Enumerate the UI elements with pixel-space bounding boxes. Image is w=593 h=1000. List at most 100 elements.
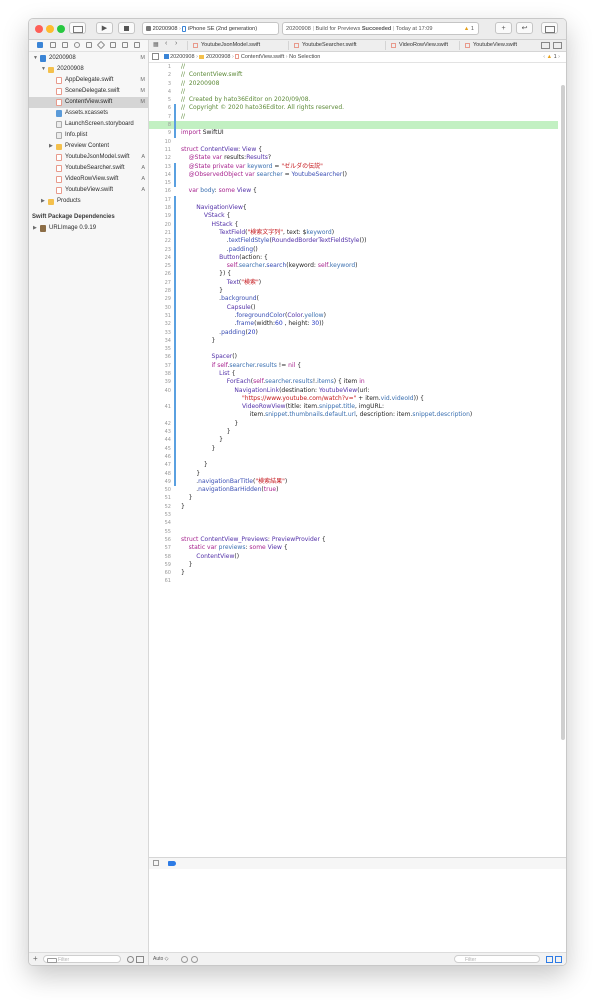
code-line[interactable]: 3 // 20200908 — [149, 80, 558, 88]
change-indicator[interactable] — [174, 345, 176, 354]
code-line[interactable]: 19 VStack { — [149, 212, 558, 221]
editor-tab[interactable]: YoutubeSearcher.swift — [288, 41, 382, 50]
editor-options-icon[interactable] — [541, 42, 550, 49]
disclosure-triangle-icon[interactable]: ▶ — [49, 141, 53, 152]
debug-console[interactable] — [149, 869, 566, 953]
navigator-filter-field[interactable]: Filter — [43, 955, 121, 963]
code-line[interactable]: 7 // — [149, 112, 558, 122]
code-line[interactable]: 49 .navigationBarTitle("検索結果") — [149, 477, 558, 487]
code-line[interactable]: 18 NavigationView{ — [149, 204, 558, 213]
code-line[interactable]: 42 } — [149, 419, 558, 429]
code-line[interactable]: 44 } — [149, 436, 558, 445]
jump-selection[interactable]: No Selection — [289, 54, 320, 60]
minimize-window-button[interactable] — [46, 25, 54, 33]
code-line[interactable]: 28 } — [149, 287, 558, 296]
code-line[interactable]: 22 .textFieldStyle(RoundedBorderTextFiel… — [149, 237, 558, 246]
source-control-filter-icon[interactable] — [136, 956, 144, 963]
change-indicator[interactable] — [174, 112, 176, 122]
change-indicator[interactable] — [174, 295, 176, 304]
code-line[interactable]: 8 — [149, 121, 558, 130]
change-indicator[interactable] — [174, 461, 176, 470]
report-tab-icon[interactable] — [134, 42, 140, 48]
zoom-window-button[interactable] — [57, 25, 65, 33]
jump-warning[interactable]: ‹ ▲ 1 › — [543, 52, 560, 62]
navigator-item[interactable]: AppDelegate.swift M — [29, 75, 148, 86]
code-line[interactable]: 23 .padding() — [149, 245, 558, 254]
change-indicator[interactable] — [174, 170, 176, 180]
code-line[interactable]: 33 .padding(20) — [149, 328, 558, 337]
change-indicator[interactable] — [174, 477, 176, 487]
show-console-icon[interactable] — [555, 956, 562, 963]
code-line[interactable]: 25 self.searcher.search(keyword: self.ke… — [149, 262, 558, 271]
code-line[interactable]: 27 Text("検索") — [149, 278, 558, 288]
navigator-toggle-button[interactable] — [69, 22, 86, 34]
test-tab-icon[interactable] — [96, 40, 106, 50]
change-indicator[interactable] — [174, 311, 176, 321]
code-line[interactable]: 31 .foregroundColor(Color.yellow) — [149, 311, 558, 321]
change-indicator[interactable] — [174, 303, 176, 312]
code-line[interactable]: 34 } — [149, 336, 558, 346]
code-line[interactable]: 55 — [149, 528, 558, 536]
change-indicator[interactable] — [174, 369, 176, 379]
code-line[interactable]: 13 @State private var keyword = "ゼルダの伝説" — [149, 162, 558, 171]
change-indicator[interactable] — [174, 287, 176, 296]
code-line[interactable]: 4 // — [149, 88, 558, 96]
change-indicator[interactable] — [174, 162, 176, 171]
change-indicator[interactable] — [174, 361, 176, 370]
code-line[interactable]: 39 ForEach(self.searcher.results!.items)… — [149, 378, 558, 387]
code-line[interactable]: 11 struct ContentView: View { — [149, 146, 558, 154]
code-review-button[interactable]: ↩ — [516, 22, 533, 34]
change-indicator[interactable] — [174, 245, 176, 254]
code-line[interactable]: 37 if self.searcher.results != nil { — [149, 361, 558, 370]
navigator-item[interactable]: YoutubeSearcher.swift A — [29, 163, 148, 174]
grid-icon[interactable]: ▦ — [153, 41, 159, 48]
code-line[interactable]: item.snippet.thumbnails.default.url, des… — [149, 411, 558, 420]
change-indicator[interactable] — [174, 419, 176, 429]
navigator-item[interactable]: SceneDelegate.swift M — [29, 86, 148, 97]
code-line[interactable]: 30 Capsule() — [149, 303, 558, 312]
change-indicator[interactable] — [174, 129, 176, 138]
jump-file[interactable]: ContentView.swift — [241, 54, 284, 60]
navigator-item[interactable]: ContentView.swift M — [29, 97, 148, 108]
code-line[interactable]: 51 } — [149, 494, 558, 502]
code-line[interactable]: 58 ContentView() — [149, 553, 558, 561]
code-line[interactable]: 46 — [149, 452, 558, 462]
symbol-tab-icon[interactable] — [62, 42, 68, 48]
navigator-item[interactable]: YoutubeJsonModel.swift A — [29, 152, 148, 163]
disclosure-triangle-icon[interactable]: ▼ — [33, 53, 38, 64]
code-line[interactable]: 12 @State var results:Results? — [149, 154, 558, 162]
navigator-item[interactable]: LaunchScreen.storyboard — [29, 119, 148, 130]
forward-icon[interactable]: › — [175, 40, 177, 47]
change-indicator[interactable] — [174, 228, 176, 238]
navigator-item[interactable]: ▶ Preview Content — [29, 141, 148, 152]
change-indicator[interactable] — [174, 237, 176, 246]
jump-folder[interactable]: 20200908 — [206, 54, 230, 60]
scheme-selector[interactable]: 20200908 › iPhone SE (2nd generation) — [142, 22, 279, 35]
eye-icon[interactable] — [181, 956, 188, 963]
code-line[interactable]: 1 // — [149, 63, 558, 71]
change-indicator[interactable] — [174, 378, 176, 387]
show-variables-icon[interactable] — [546, 956, 553, 963]
navigator-item[interactable]: ▼ 20200908 M — [29, 53, 148, 64]
editor-tab[interactable]: YoutubeView.swift — [459, 41, 537, 50]
change-indicator[interactable] — [174, 320, 176, 329]
change-indicator[interactable] — [174, 428, 176, 437]
library-add-button[interactable]: + — [495, 22, 512, 34]
code-line[interactable]: 35 — [149, 345, 558, 354]
code-line[interactable]: 16 var body: some View { — [149, 187, 558, 195]
code-line[interactable]: 48 } — [149, 469, 558, 478]
jump-project[interactable]: 20200908 — [170, 54, 194, 60]
change-indicator[interactable] — [174, 386, 176, 395]
code-line[interactable]: 45 } — [149, 444, 558, 453]
change-indicator[interactable] — [174, 262, 176, 271]
code-line[interactable]: 38 List { — [149, 369, 558, 379]
breakpoints-toggle-icon[interactable] — [168, 861, 176, 866]
editor-vertical-scrollbar[interactable] — [561, 85, 565, 740]
code-line[interactable]: 20 HStack { — [149, 220, 558, 229]
stop-button[interactable] — [118, 22, 135, 34]
debug-filter-field[interactable]: Filter — [454, 955, 540, 963]
variables-view-scope[interactable]: Auto ◇ — [153, 953, 169, 965]
code-line[interactable]: 2 // ContentView.swift — [149, 71, 558, 79]
close-window-button[interactable] — [35, 25, 43, 33]
back-icon[interactable]: ‹ — [165, 40, 167, 47]
